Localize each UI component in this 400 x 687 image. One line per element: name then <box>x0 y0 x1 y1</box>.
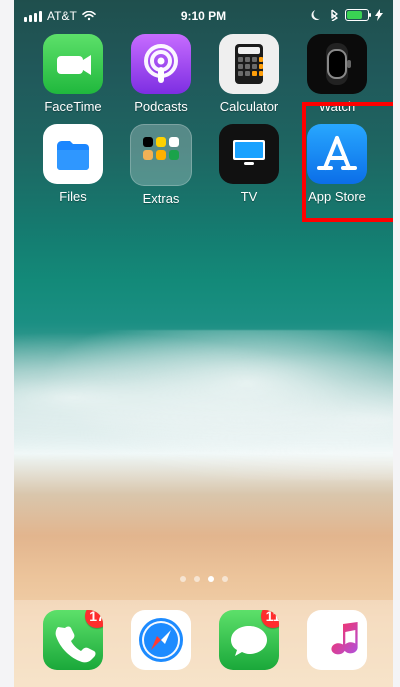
page-indicator[interactable] <box>14 576 393 582</box>
safari-icon <box>131 610 191 670</box>
page-dot[interactable] <box>221 576 228 582</box>
phone-icon: 17 <box>43 610 103 670</box>
messages-icon: 11 <box>219 610 279 670</box>
page-dot[interactable] <box>179 576 186 582</box>
dock-app-music[interactable] <box>294 610 380 687</box>
folder-extras[interactable]: Extras <box>118 124 204 216</box>
dock-app-messages[interactable]: 11 <box>206 610 292 687</box>
page-dot[interactable] <box>193 576 200 582</box>
app-label: Podcasts <box>134 99 188 114</box>
status-bar: AT&T 9:10 PM <box>14 0 393 34</box>
app-podcasts[interactable]: Podcasts <box>118 34 204 126</box>
battery-icon <box>345 9 371 21</box>
extras-folder-icon <box>130 124 192 186</box>
bluetooth-icon <box>331 9 338 21</box>
tv-icon <box>219 124 279 184</box>
status-right <box>311 9 383 21</box>
music-icon <box>307 610 367 670</box>
app-label: Calculator <box>219 99 279 114</box>
do-not-disturb-moon-icon <box>311 10 320 21</box>
calculator-icon <box>219 34 279 94</box>
dock: 17 11 <box>14 600 393 687</box>
app-files[interactable]: Files <box>30 124 116 216</box>
app-label: Files <box>59 189 87 204</box>
dock-app-phone[interactable]: 17 <box>30 610 116 687</box>
facetime-icon <box>43 34 103 94</box>
page-dot-active[interactable] <box>207 576 214 582</box>
files-icon <box>43 124 103 184</box>
app-store-highlight-box <box>302 102 393 222</box>
podcasts-icon <box>131 34 191 94</box>
iphone-home-screen: AT&T 9:10 PM FaceTime Podcasts Calculato… <box>14 0 393 687</box>
charging-bolt-icon <box>375 9 383 21</box>
app-label: FaceTime <box>44 99 102 114</box>
app-calculator[interactable]: Calculator <box>206 34 292 126</box>
app-tv[interactable]: TV <box>206 124 292 216</box>
app-facetime[interactable]: FaceTime <box>30 34 116 126</box>
wave-foam <box>14 330 393 480</box>
dock-app-safari[interactable] <box>118 610 204 687</box>
watch-icon <box>307 34 367 94</box>
app-label: TV <box>240 189 258 204</box>
app-label: Extras <box>142 191 180 206</box>
